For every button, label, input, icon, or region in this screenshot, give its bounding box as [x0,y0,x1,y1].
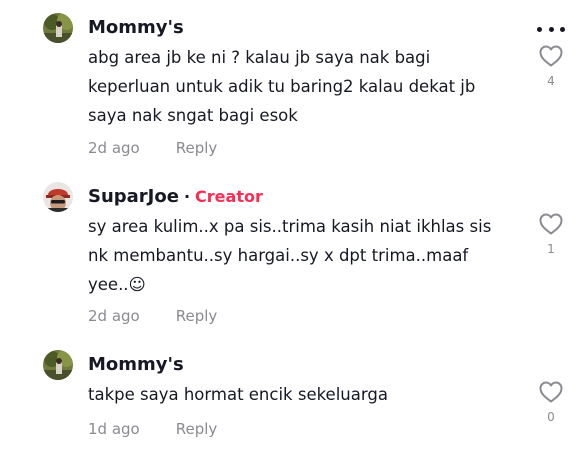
reply-button[interactable]: Reply [176,420,218,438]
comment-timestamp: 2d ago [88,307,140,325]
badge-separator: · [183,187,191,206]
avatar-photo-icon [43,350,73,380]
comment-text-line: nk membantu..sy hargai..sy x dpt trima..… [88,246,469,265]
avatar-photo-icon [43,182,73,212]
more-dot [537,26,542,32]
more-dot [560,26,565,32]
comment-text: sy area kulim..x pa sis..trima kasih nia… [88,212,528,299]
avatar[interactable] [43,13,73,43]
comment-author[interactable]: Mommy's [88,354,184,375]
avatar[interactable] [43,182,73,212]
avatar-photo-icon [43,13,73,43]
comment-author[interactable]: SuparJoe [88,186,179,207]
like-count: 4 [547,74,555,88]
heart-outline-icon[interactable] [539,45,563,67]
comment-text-line: keperluan untuk adik tu baring2 kalau de… [88,77,476,96]
creator-badge: Creator [195,187,263,206]
avatar[interactable] [43,350,73,380]
comment-timestamp: 1d ago [88,420,140,438]
comment-text-line: sy area kulim..x pa sis..trima kasih nia… [88,217,492,236]
comment-author[interactable]: Mommy's [88,17,184,38]
comment-text-line: yee..☺ [88,275,146,294]
like-count: 0 [547,410,555,424]
comment-text-line: abg area jb ke ni ? kalau jb saya nak ba… [88,48,431,67]
more-options-button[interactable] [537,25,565,33]
comment-timestamp: 2d ago [88,139,140,157]
reply-button[interactable]: Reply [176,307,218,325]
heart-outline-icon[interactable] [539,381,563,403]
comment-text-line: saya nak sngat bagi esok [88,106,298,125]
reply-button[interactable]: Reply [176,139,218,157]
heart-outline-icon[interactable] [539,213,563,235]
comment-text: takpe saya hormat encik sekeluarga [88,380,528,409]
comment-text: abg area jb ke ni ? kalau jb saya nak ba… [88,43,528,130]
like-count: 1 [547,242,555,256]
comment-text-line: takpe saya hormat encik sekeluarga [88,385,388,404]
more-dot [548,26,554,32]
